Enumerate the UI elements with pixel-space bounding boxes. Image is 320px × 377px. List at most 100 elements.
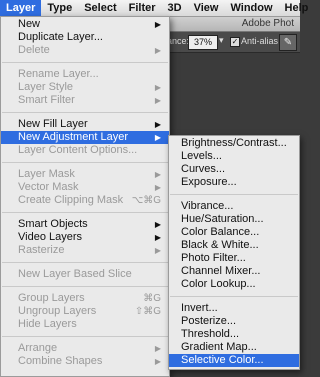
menu-separator	[2, 112, 168, 113]
anti-alias-label: Anti-alias	[241, 36, 279, 46]
submenu-arrow-icon: ▶	[154, 20, 161, 29]
menu-bar: Layer Type Select Filter 3D View Window …	[0, 0, 308, 17]
menu-item-delete[interactable]: Delete ▶	[1, 44, 169, 57]
menu-item-layer-content-options[interactable]: Layer Content Options...	[1, 144, 169, 157]
menu-item-label: Arrange	[18, 342, 58, 354]
menu-item-label: Smart Filter	[18, 94, 75, 106]
menu-separator	[2, 162, 168, 163]
menu-item-label: Combine Shapes	[18, 355, 103, 367]
menu-separator	[2, 62, 168, 63]
menu-item-label: Layer Content Options...	[18, 144, 138, 156]
menu-item-label: Smart Objects	[18, 218, 88, 230]
shortcut-label: ⌥⌘G	[131, 195, 161, 206]
menu-item-label: Create Clipping Mask	[18, 194, 124, 206]
menu-item-label: Delete	[18, 44, 50, 56]
menu-help[interactable]: Help	[279, 0, 315, 16]
submenu-item-photo-filter[interactable]: Photo Filter...	[169, 252, 299, 265]
menu-item-label: New	[18, 18, 41, 30]
menu-item-group-layers[interactable]: Group Layers ⌘G	[1, 292, 169, 305]
menu-item-label: Layer Style	[18, 81, 74, 93]
menu-item-ungroup-layers[interactable]: Ungroup Layers ⇧⌘G	[1, 305, 169, 318]
menu-separator	[2, 212, 168, 213]
app-title: Adobe Phot	[241, 18, 294, 29]
menu-item-layer-style[interactable]: Layer Style ▶	[1, 81, 169, 94]
tolerance-dropdown-icon[interactable]: ▾	[219, 35, 224, 46]
submenu-arrow-icon: ▶	[154, 183, 161, 192]
shortcut-label: ⌘G	[143, 293, 161, 304]
menu-item-label: Group Layers	[18, 292, 85, 304]
menu-item-label: Vector Mask	[18, 181, 79, 193]
menu-item-label: Video Layers	[18, 231, 83, 243]
submenu-item-curves[interactable]: Curves...	[169, 163, 299, 176]
submenu-item-hue-saturation[interactable]: Hue/Saturation...	[169, 213, 299, 226]
submenu-arrow-icon: ▶	[154, 357, 161, 366]
menu-window[interactable]: Window	[224, 0, 278, 16]
menu-item-smart-filter[interactable]: Smart Filter ▶	[1, 94, 169, 107]
submenu-arrow-icon: ▶	[154, 96, 161, 105]
menu-separator	[170, 296, 298, 297]
brush-icon[interactable]: ✎	[279, 34, 297, 51]
submenu-arrow-icon: ▶	[154, 170, 161, 179]
submenu-item-color-balance[interactable]: Color Balance...	[169, 226, 299, 239]
menu-item-layer-mask[interactable]: Layer Mask ▶	[1, 168, 169, 181]
menu-item-smart-objects[interactable]: Smart Objects ▶	[1, 218, 169, 231]
menu-item-rasterize[interactable]: Rasterize ▶	[1, 244, 169, 257]
menu-item-label: Duplicate Layer...	[18, 31, 103, 43]
menu-item-rename-layer[interactable]: Rename Layer...	[1, 68, 169, 81]
menu-item-new-layer-based-slice[interactable]: New Layer Based Slice	[1, 268, 169, 281]
menu-item-label: Rasterize	[18, 244, 65, 256]
menu-item-hide-layers[interactable]: Hide Layers	[1, 318, 169, 331]
submenu-item-channel-mixer[interactable]: Channel Mixer...	[169, 265, 299, 278]
menu-item-label: New Adjustment Layer	[18, 131, 129, 143]
menu-item-video-layers[interactable]: Video Layers ▶	[1, 231, 169, 244]
submenu-arrow-icon: ▶	[154, 120, 161, 129]
submenu-item-levels[interactable]: Levels...	[169, 150, 299, 163]
menu-separator	[2, 262, 168, 263]
menu-separator	[2, 336, 168, 337]
menu-item-new-adjustment-layer[interactable]: New Adjustment Layer ▶	[1, 131, 169, 144]
submenu-arrow-icon: ▶	[154, 46, 161, 55]
menu-separator	[2, 286, 168, 287]
submenu-arrow-icon: ▶	[154, 133, 161, 142]
submenu-item-brightness-contrast[interactable]: Brightness/Contrast...	[169, 137, 299, 150]
menu-3d[interactable]: 3D	[162, 0, 188, 16]
menu-item-combine-shapes[interactable]: Combine Shapes ▶	[1, 355, 169, 368]
menu-item-duplicate-layer[interactable]: Duplicate Layer...	[1, 31, 169, 44]
submenu-arrow-icon: ▶	[154, 220, 161, 229]
submenu-item-invert[interactable]: Invert...	[169, 302, 299, 315]
submenu-item-color-lookup[interactable]: Color Lookup...	[169, 278, 299, 291]
submenu-arrow-icon: ▶	[154, 246, 161, 255]
submenu-item-gradient-map[interactable]: Gradient Map...	[169, 341, 299, 354]
menu-separator	[170, 194, 298, 195]
layer-menu: New ▶ Duplicate Layer... Delete ▶ Rename L…	[0, 16, 170, 377]
menu-item-new-fill-layer[interactable]: New Fill Layer ▶	[1, 118, 169, 131]
menu-layer[interactable]: Layer	[0, 0, 42, 16]
shortcut-label: ⇧⌘G	[134, 306, 161, 317]
menu-item-label: Hide Layers	[18, 318, 77, 330]
menu-item-new[interactable]: New ▶	[1, 18, 169, 31]
submenu-arrow-icon: ▶	[154, 233, 161, 242]
submenu-item-selective-color[interactable]: Selective Color...	[169, 354, 299, 367]
submenu-arrow-icon: ▶	[154, 83, 161, 92]
menu-select[interactable]: Select	[78, 0, 122, 16]
anti-alias-checkbox[interactable]: ✓	[230, 37, 240, 47]
submenu-item-vibrance[interactable]: Vibrance...	[169, 200, 299, 213]
submenu-item-black-white[interactable]: Black & White...	[169, 239, 299, 252]
menu-view[interactable]: View	[188, 0, 225, 16]
menu-item-label: Rename Layer...	[18, 68, 99, 80]
tolerance-input[interactable]: 37%	[188, 35, 218, 50]
submenu-item-threshold[interactable]: Threshold...	[169, 328, 299, 341]
menu-item-label: Layer Mask	[18, 168, 75, 180]
menu-item-label: Ungroup Layers	[18, 305, 97, 317]
submenu-item-exposure[interactable]: Exposure...	[169, 176, 299, 189]
menu-type[interactable]: Type	[41, 0, 78, 16]
menu-item-label: New Fill Layer	[18, 118, 88, 130]
menu-item-arrange[interactable]: Arrange ▶	[1, 342, 169, 355]
menu-item-vector-mask[interactable]: Vector Mask ▶	[1, 181, 169, 194]
adjustment-layer-submenu: Brightness/Contrast... Levels... Curves.…	[168, 135, 300, 370]
submenu-arrow-icon: ▶	[154, 344, 161, 353]
menu-item-create-clipping-mask[interactable]: Create Clipping Mask ⌥⌘G	[1, 194, 169, 207]
menu-item-label: New Layer Based Slice	[18, 268, 132, 280]
menu-filter[interactable]: Filter	[123, 0, 162, 16]
submenu-item-posterize[interactable]: Posterize...	[169, 315, 299, 328]
